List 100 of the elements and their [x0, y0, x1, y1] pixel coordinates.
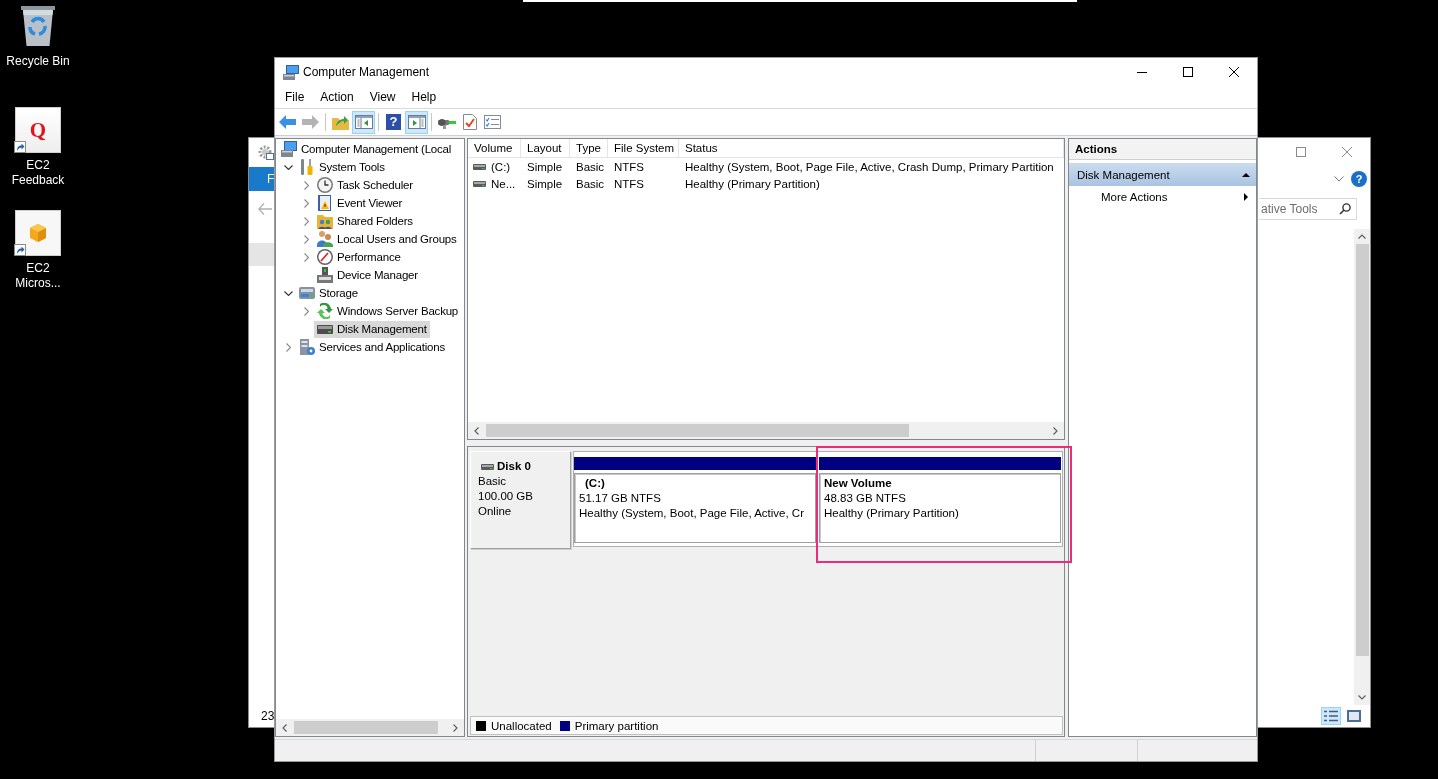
scroll-down-icon[interactable] — [1358, 695, 1366, 700]
expand-chevron-icon[interactable] — [303, 198, 309, 208]
chevron-down-icon[interactable] — [1334, 176, 1344, 182]
backup-arrows-icon — [317, 303, 333, 319]
horizontal-scrollbar[interactable] — [468, 422, 1064, 439]
tree-item[interactable]: Device Manager — [314, 266, 421, 284]
storage-icon — [299, 285, 315, 301]
show-tree-button[interactable] — [352, 110, 375, 134]
vertical-scrollbar[interactable] — [1354, 229, 1370, 705]
tree-item[interactable]: Windows Server Backup — [314, 302, 462, 320]
partition-name: New Volume — [824, 476, 893, 491]
scroll-left-icon[interactable] — [282, 723, 287, 732]
back-arrow-icon — [279, 115, 296, 129]
pane-title: Actions — [1069, 139, 1256, 160]
letter-logo-icon[interactable]: Q — [15, 107, 61, 153]
tree-item[interactable]: Computer Management (Local — [278, 140, 455, 158]
gauge-icon — [317, 249, 333, 265]
disk-icon — [481, 463, 494, 470]
disk-type: Basic — [478, 474, 508, 489]
cube-icon[interactable] — [15, 210, 61, 256]
scroll-right-icon[interactable] — [453, 723, 458, 732]
table-cell-text: Simple — [526, 176, 564, 192]
action-section-header[interactable]: Disk Management — [1069, 163, 1256, 186]
forward-arrow-icon — [302, 115, 319, 129]
ribbon-tab[interactable]: F — [249, 167, 274, 191]
table-cell-text: Healthy (Primary Partition) — [684, 176, 821, 192]
help-icon[interactable]: ? — [1351, 171, 1367, 187]
expand-chevron-icon[interactable] — [303, 234, 309, 244]
expand-chevron-icon[interactable] — [303, 216, 309, 226]
table-cell-text: Basic — [575, 159, 606, 175]
table-cell-text: NTFS — [613, 176, 646, 192]
collapse-chevron-icon[interactable] — [283, 164, 293, 170]
column-header[interactable]: Layout — [521, 139, 570, 157]
back-arrow-icon[interactable] — [258, 203, 272, 215]
window-title: Computer Management — [303, 65, 430, 79]
recycle-bin-icon[interactable] — [18, 4, 58, 46]
collapse-chevron-icon[interactable] — [283, 290, 293, 296]
expand-chevron-icon[interactable] — [303, 180, 309, 190]
desktop-icon-label[interactable]: Recycle Bin — [3, 54, 73, 69]
tree-item[interactable]: Shared Folders — [314, 212, 416, 230]
scrollbar-thumb[interactable] — [1355, 244, 1369, 656]
selected-row-background — [249, 243, 274, 266]
maximize-icon — [1183, 67, 1193, 77]
maximize-icon — [1296, 147, 1306, 157]
column-header[interactable]: Type — [570, 139, 608, 157]
desktop-icon-label[interactable]: EC2 Micros... — [3, 261, 73, 291]
drive-icon — [473, 180, 486, 187]
desktop-icon-label[interactable]: EC2 Feedback — [3, 158, 73, 188]
disk-name: Disk 0 — [497, 459, 531, 474]
clock-icon — [317, 177, 333, 193]
expand-chevron-icon[interactable] — [303, 252, 309, 262]
drive-icon — [473, 163, 486, 170]
horizontal-scrollbar[interactable] — [276, 719, 464, 736]
tree-item[interactable]: Local Users and Groups — [314, 230, 460, 248]
close-icon — [1229, 67, 1239, 77]
partition-size: 51.17 GB NTFS — [579, 491, 662, 506]
view-button[interactable] — [1344, 707, 1364, 725]
checklist-window-icon — [484, 115, 501, 129]
tree-item[interactable]: System Tools — [296, 158, 388, 176]
table-cell-text: Healthy (System, Boot, Page File, Active, Crash Dump, Primary Partition — [684, 159, 1055, 175]
tree-item[interactable]: Event Viewer — [314, 194, 406, 212]
column-header[interactable]: File System — [608, 139, 679, 157]
scroll-left-icon[interactable] — [474, 426, 479, 435]
tree-item[interactable]: Services and Applications — [296, 338, 449, 356]
column-header[interactable]: Volume — [468, 139, 521, 157]
scroll-right-icon[interactable] — [1053, 426, 1058, 435]
expand-chevron-icon[interactable] — [303, 306, 309, 316]
partition-panel[interactable]: (C:) 51.17 GB NTFS Healthy (System, Boot, Page File, Active, Cr — [574, 473, 816, 543]
disk-status: Online — [478, 504, 513, 519]
server-gear-icon — [299, 339, 315, 355]
view-button[interactable] — [1321, 707, 1341, 725]
left-pane-icon — [354, 115, 373, 129]
right-pane-icon — [407, 115, 426, 129]
scrollbar-thumb[interactable] — [486, 424, 909, 437]
tree-item[interactable]: Task Scheduler — [314, 176, 416, 194]
folder-up-icon — [332, 114, 349, 130]
users-icon — [317, 231, 333, 247]
menu-item[interactable]: Action — [312, 87, 362, 107]
menu-item[interactable]: View — [361, 87, 404, 107]
menu-item[interactable]: File — [277, 87, 313, 107]
scrollbar-thumb[interactable] — [294, 721, 438, 734]
legend-label: Primary partition — [574, 719, 659, 732]
partition-status: Healthy (System, Boot, Page File, Active, Cr — [579, 506, 805, 521]
details-view-icon — [1324, 710, 1338, 722]
device-icon — [317, 267, 333, 283]
tree-item[interactable]: Disk Management — [314, 320, 430, 338]
menu-item[interactable]: Help — [403, 87, 445, 107]
tree-item[interactable]: Storage — [296, 284, 361, 302]
tree-item[interactable]: Performance — [314, 248, 404, 266]
partition-panel[interactable]: New Volume 48.83 GB NTFS Healthy (Primary Partition) — [819, 473, 1061, 543]
computer-icon — [281, 141, 297, 157]
scroll-up-icon[interactable] — [1358, 234, 1366, 239]
search-icon[interactable] — [1339, 203, 1351, 215]
column-header[interactable]: Status — [679, 139, 1064, 157]
expand-chevron-icon[interactable] — [285, 342, 291, 352]
computer-icon — [283, 64, 299, 80]
show-actions-button[interactable] — [405, 110, 428, 134]
disk-size: 100.00 GB — [478, 489, 534, 504]
search-field[interactable]: ative Tools — [1259, 198, 1357, 220]
action-item[interactable]: More Actions — [1069, 186, 1256, 208]
